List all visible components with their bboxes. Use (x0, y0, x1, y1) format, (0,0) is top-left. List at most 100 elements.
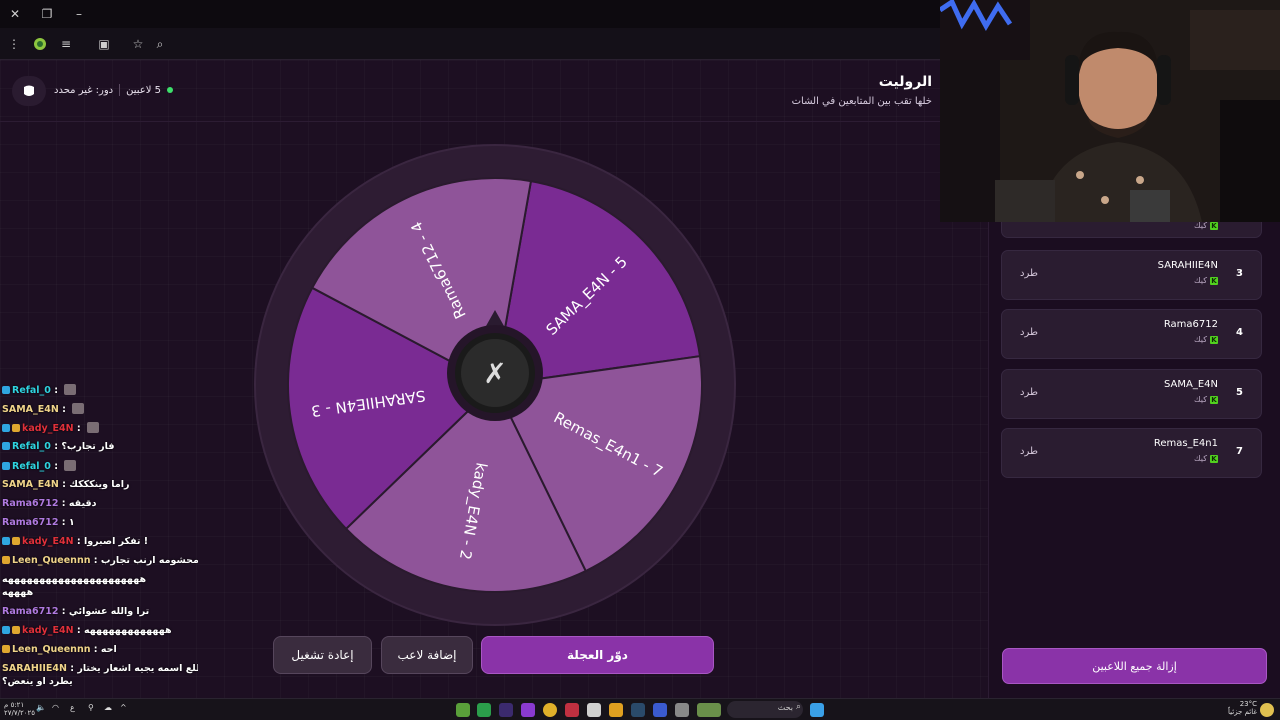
chat-message: Refal_0 : (2, 460, 198, 473)
chat-username[interactable]: Rama6712 (2, 606, 58, 617)
chat-message: Rama6712 : ١ (2, 517, 198, 529)
menu-dots-icon[interactable]: ⋮ (4, 34, 24, 54)
chat-message: ههههه (2, 587, 198, 599)
app-logo-icon[interactable] (12, 76, 46, 106)
kick-player-button[interactable]: طرد (1020, 387, 1038, 398)
app-icon-1[interactable] (456, 703, 470, 717)
chat-message: kady_E4N : تفكر اصبروا ! (2, 536, 198, 548)
chat-separator: : (66, 663, 78, 674)
kick-player-button[interactable]: طرد (1020, 327, 1038, 338)
wifi-icon[interactable]: ◠ (52, 703, 59, 712)
chat-text: تفكر اصبروا ! (83, 536, 149, 547)
kick-player-button[interactable]: طرد (1020, 446, 1038, 457)
player-platform-label: كيك (1194, 221, 1207, 230)
chat-username[interactable]: SARAHIIE4N (2, 663, 67, 674)
chat-username[interactable]: Rama6712 (2, 517, 58, 528)
chat-username[interactable]: SAMA_E4N (2, 479, 59, 490)
taskbar-search-icon: ⌕ (795, 702, 801, 712)
minimize-icon[interactable]: – (68, 4, 90, 24)
turn-status: دور: غير محدد (54, 84, 114, 96)
chat-text: الي يطلع اسمه يجيه اشعار يختار (77, 663, 198, 674)
player-card: 7 Remas_E4n1 كيك K طرد (1001, 428, 1262, 478)
taskbar-search[interactable]: بحث ⌕ (727, 701, 803, 718)
search-placeholder: بحث (777, 703, 793, 712)
start-icon[interactable] (810, 703, 824, 717)
moderator-badge-icon (2, 462, 10, 470)
xbox-icon[interactable] (477, 703, 491, 717)
app-icon-11[interactable] (675, 703, 689, 717)
restart-button[interactable]: إعادة تشغيل (273, 636, 372, 674)
bookmark-star-icon[interactable]: ☆ (128, 34, 148, 54)
chat-username[interactable]: Rama6712 (2, 498, 58, 509)
volume-icon[interactable]: 🔈 (36, 703, 46, 712)
player-platform-label: كيك (1194, 454, 1207, 463)
chat-message: kady_E4N : (2, 422, 198, 435)
tray-chevron-icon[interactable]: ^ (120, 703, 127, 712)
app-icon-6[interactable] (565, 703, 579, 717)
chat-text: احه (100, 644, 117, 655)
remove-all-players-button[interactable]: إزالة جميع اللاعبين (1002, 648, 1267, 684)
chat-username[interactable]: Refal_0 (12, 461, 51, 472)
weather-widget-icon[interactable] (697, 703, 721, 717)
close-icon[interactable]: ✕ (4, 4, 26, 24)
player-platform: كيك K (1194, 395, 1218, 404)
search-icon[interactable]: ⌕ (150, 34, 170, 54)
chat-username[interactable]: SAMA_E4N (2, 404, 59, 415)
page-title: الروليت (878, 74, 932, 90)
chat-text: ترا والله عشوائي (68, 606, 150, 617)
moderator-badge-icon (2, 442, 10, 450)
emote-icon (64, 460, 77, 471)
chat-separator: : (50, 461, 62, 472)
chat-username[interactable]: Refal_0 (12, 385, 51, 396)
player-name: Remas_E4n1 (1153, 438, 1218, 449)
chat-username[interactable]: kady_E4N (22, 625, 74, 636)
chat-separator: : (73, 423, 84, 434)
kick-logo-icon: K (1210, 221, 1218, 230)
app-icon-3[interactable] (499, 703, 513, 717)
weather-sun-icon (1260, 703, 1274, 717)
game-status: 5 لاعبين دور: غير محدد (54, 84, 173, 96)
spin-logo-icon: ✗ (483, 357, 506, 390)
discord-icon[interactable] (521, 703, 535, 717)
player-platform-label: كيك (1194, 276, 1207, 285)
restore-icon[interactable]: ❐ (36, 4, 58, 24)
emote-icon (72, 403, 85, 414)
chat-text: هههههههههههههه (83, 625, 172, 636)
chat-username[interactable]: kady_E4N (22, 536, 74, 547)
extension-icon[interactable] (30, 34, 50, 54)
players-count: 5 لاعبين (126, 84, 161, 96)
roulette-wheel[interactable]: SAMA_E4N - 5 Remas_E4n1 - 7 kady_E4N - 2 SA… (250, 140, 740, 630)
playlist-icon[interactable]: ≡ (56, 34, 76, 54)
chat-message: يطرد او ينعض؟ (2, 676, 198, 688)
chrome-icon[interactable] (543, 703, 557, 717)
weather-widget[interactable]: 23°C غائم جزئياً (1228, 700, 1257, 716)
chat-username[interactable]: Refal_0 (12, 441, 51, 452)
language-indicator[interactable]: ع (70, 703, 75, 712)
chat-message: kady_E4N : هههههههههههههه (2, 625, 198, 637)
mic-icon[interactable]: ⚲ (88, 703, 94, 712)
player-platform-label: كيك (1194, 335, 1207, 344)
player-platform-label: كيك (1194, 395, 1207, 404)
chat-text: ههههه (2, 587, 34, 598)
app-icon-10[interactable] (653, 703, 667, 717)
clock[interactable]: ٥:٢١ م ٢٧/٧/٢٠٢٥ (4, 701, 35, 717)
add-player-button[interactable]: إضافة لاعب (381, 636, 473, 674)
chat-separator: : (58, 606, 69, 617)
chat-message: Refal_0 : فار تجارب؟ (2, 441, 198, 453)
stream-chat-overlay: Refal_0 : SAMA_E4N : kady_E4N : Refal_0 … (0, 378, 200, 696)
kick-player-button[interactable]: طرد (1020, 268, 1038, 279)
extensions-puzzle-icon[interactable]: ▣ (94, 34, 114, 54)
chat-message: Leen_Queennn : لا لا محشومه ارنب تجارب (2, 555, 198, 567)
weather-desc: غائم جزئياً (1228, 708, 1258, 716)
steam-icon[interactable] (631, 703, 645, 717)
chat-username[interactable]: Leen_Queennn (12, 644, 90, 655)
chat-username[interactable]: kady_E4N (22, 423, 74, 434)
player-name: SARAHIIE4N (1157, 260, 1218, 271)
wheel-svg[interactable]: SAMA_E4N - 5Remas_E4n1 - 7kady_E4N - 2SA… (250, 140, 740, 630)
store-icon[interactable] (587, 703, 601, 717)
chat-text: يطرد او ينعض؟ (2, 676, 73, 687)
spin-wheel-button[interactable]: دوّر العجلة (481, 636, 714, 674)
folder-icon[interactable] (609, 703, 623, 717)
cloud-icon[interactable]: ☁ (104, 703, 112, 712)
chat-username[interactable]: Leen_Queennn (12, 555, 90, 566)
